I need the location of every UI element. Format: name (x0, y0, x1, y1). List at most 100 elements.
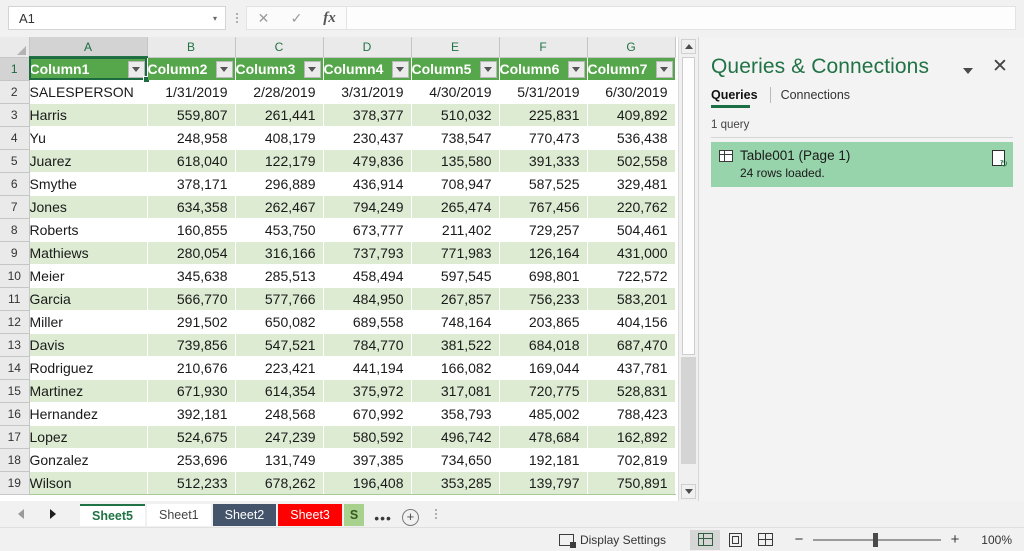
insert-function-icon[interactable]: fx (313, 7, 346, 29)
cell-a8[interactable]: Roberts (29, 218, 147, 241)
formula-bar-grip[interactable] (230, 6, 244, 30)
row-header-17[interactable]: 17 (0, 425, 29, 448)
row-header-13[interactable]: 13 (0, 333, 29, 356)
cell-c2[interactable]: 2/28/2019 (235, 80, 323, 103)
row-header-12[interactable]: 12 (0, 310, 29, 333)
formula-input[interactable] (346, 6, 1016, 30)
row-header-9[interactable]: 9 (0, 241, 29, 264)
cell-b6[interactable]: 378,171 (147, 172, 235, 195)
cell-d16[interactable]: 670,992 (323, 402, 411, 425)
cell-c18[interactable]: 131,749 (235, 448, 323, 471)
zoom-slider-thumb[interactable] (873, 533, 878, 547)
cell-b12[interactable]: 291,502 (147, 310, 235, 333)
zoom-slider[interactable] (813, 539, 941, 541)
normal-view-button[interactable] (690, 530, 720, 550)
cell-g19[interactable]: 750,891 (587, 471, 675, 494)
sheet-nav-next-icon[interactable] (48, 508, 58, 520)
cell-f13[interactable]: 684,018 (499, 333, 587, 356)
cell-b10[interactable]: 345,638 (147, 264, 235, 287)
cell-f8[interactable]: 729,257 (499, 218, 587, 241)
cell-g10[interactable]: 722,572 (587, 264, 675, 287)
cell-a13[interactable]: Davis (29, 333, 147, 356)
column-header-c[interactable]: C (235, 37, 323, 57)
cell-c12[interactable]: 650,082 (235, 310, 323, 333)
display-settings-button[interactable]: Display Settings (559, 533, 666, 547)
cell-f15[interactable]: 720,775 (499, 379, 587, 402)
column-header-f[interactable]: F (499, 37, 587, 57)
panel-menu-caret-icon[interactable] (960, 63, 976, 79)
sheet-tab-sheet1[interactable]: Sheet1 (147, 504, 211, 526)
cell-d15[interactable]: 375,972 (323, 379, 411, 402)
row-header-7[interactable]: 7 (0, 195, 29, 218)
row-header-4[interactable]: 4 (0, 126, 29, 149)
cell-a15[interactable]: Martinez (29, 379, 147, 402)
cell-c4[interactable]: 408,179 (235, 126, 323, 149)
cell-a18[interactable]: Gonzalez (29, 448, 147, 471)
cell-b11[interactable]: 566,770 (147, 287, 235, 310)
cell-e12[interactable]: 748,164 (411, 310, 499, 333)
cell-f5[interactable]: 391,333 (499, 149, 587, 172)
cell-e9[interactable]: 771,983 (411, 241, 499, 264)
cancel-icon[interactable]: ✕ (247, 7, 280, 29)
cell-a7[interactable]: Jones (29, 195, 147, 218)
cell-d11[interactable]: 484,950 (323, 287, 411, 310)
cell-g14[interactable]: 437,781 (587, 356, 675, 379)
cell-a3[interactable]: Harris (29, 103, 147, 126)
cell-c14[interactable]: 223,421 (235, 356, 323, 379)
cell-b4[interactable]: 248,958 (147, 126, 235, 149)
cell-f9[interactable]: 126,164 (499, 241, 587, 264)
row-header-8[interactable]: 8 (0, 218, 29, 241)
cell-g6[interactable]: 329,481 (587, 172, 675, 195)
enter-icon[interactable]: ✓ (280, 7, 313, 29)
cell-c3[interactable]: 261,441 (235, 103, 323, 126)
cell-d12[interactable]: 689,558 (323, 310, 411, 333)
sheet-nav-prev-icon[interactable] (16, 508, 26, 520)
cell-d5[interactable]: 479,836 (323, 149, 411, 172)
cell-b14[interactable]: 210,676 (147, 356, 235, 379)
row-header-1[interactable]: 1 (0, 57, 29, 80)
filter-dropdown-icon-column6[interactable] (568, 61, 585, 78)
cell-d18[interactable]: 397,385 (323, 448, 411, 471)
cell-g12[interactable]: 404,156 (587, 310, 675, 333)
cell-b13[interactable]: 739,856 (147, 333, 235, 356)
cell-f19[interactable]: 139,797 (499, 471, 587, 494)
cell-d14[interactable]: 441,194 (323, 356, 411, 379)
chevron-down-icon[interactable]: ▾ (213, 14, 221, 23)
scroll-up-icon[interactable] (681, 39, 696, 54)
sheet-tab-partial[interactable]: S (344, 504, 364, 526)
cell-f6[interactable]: 587,525 (499, 172, 587, 195)
cell-f16[interactable]: 485,002 (499, 402, 587, 425)
cell-d8[interactable]: 673,777 (323, 218, 411, 241)
cell-d9[interactable]: 737,793 (323, 241, 411, 264)
cell-f17[interactable]: 478,684 (499, 425, 587, 448)
cell-e16[interactable]: 358,793 (411, 402, 499, 425)
cell-d17[interactable]: 580,592 (323, 425, 411, 448)
cell-d4[interactable]: 230,437 (323, 126, 411, 149)
refresh-preview-icon[interactable] (992, 150, 1005, 166)
column-header-e[interactable]: E (411, 37, 499, 57)
cell-f7[interactable]: 767,456 (499, 195, 587, 218)
cell-g3[interactable]: 409,892 (587, 103, 675, 126)
cell-e14[interactable]: 166,082 (411, 356, 499, 379)
cell-d10[interactable]: 458,494 (323, 264, 411, 287)
cell-f10[interactable]: 698,801 (499, 264, 587, 287)
cell-g15[interactable]: 528,831 (587, 379, 675, 402)
cell-e2[interactable]: 4/30/2019 (411, 80, 499, 103)
row-header-10[interactable]: 10 (0, 264, 29, 287)
tab-bar-grip[interactable] (429, 502, 443, 526)
cell-c13[interactable]: 547,521 (235, 333, 323, 356)
filter-dropdown-icon-column2[interactable] (216, 61, 233, 78)
cell-e15[interactable]: 317,081 (411, 379, 499, 402)
cell-c6[interactable]: 296,889 (235, 172, 323, 195)
cell-c15[interactable]: 614,354 (235, 379, 323, 402)
cell-b19[interactable]: 512,233 (147, 471, 235, 494)
row-header-3[interactable]: 3 (0, 103, 29, 126)
cell-g5[interactable]: 502,558 (587, 149, 675, 172)
cell-e1[interactable]: Column5 (411, 57, 499, 80)
cell-e4[interactable]: 738,547 (411, 126, 499, 149)
cell-e10[interactable]: 597,545 (411, 264, 499, 287)
cell-c10[interactable]: 285,513 (235, 264, 323, 287)
cell-e5[interactable]: 135,580 (411, 149, 499, 172)
cell-a6[interactable]: Smythe (29, 172, 147, 195)
tab-connections[interactable]: Connections (781, 88, 863, 108)
